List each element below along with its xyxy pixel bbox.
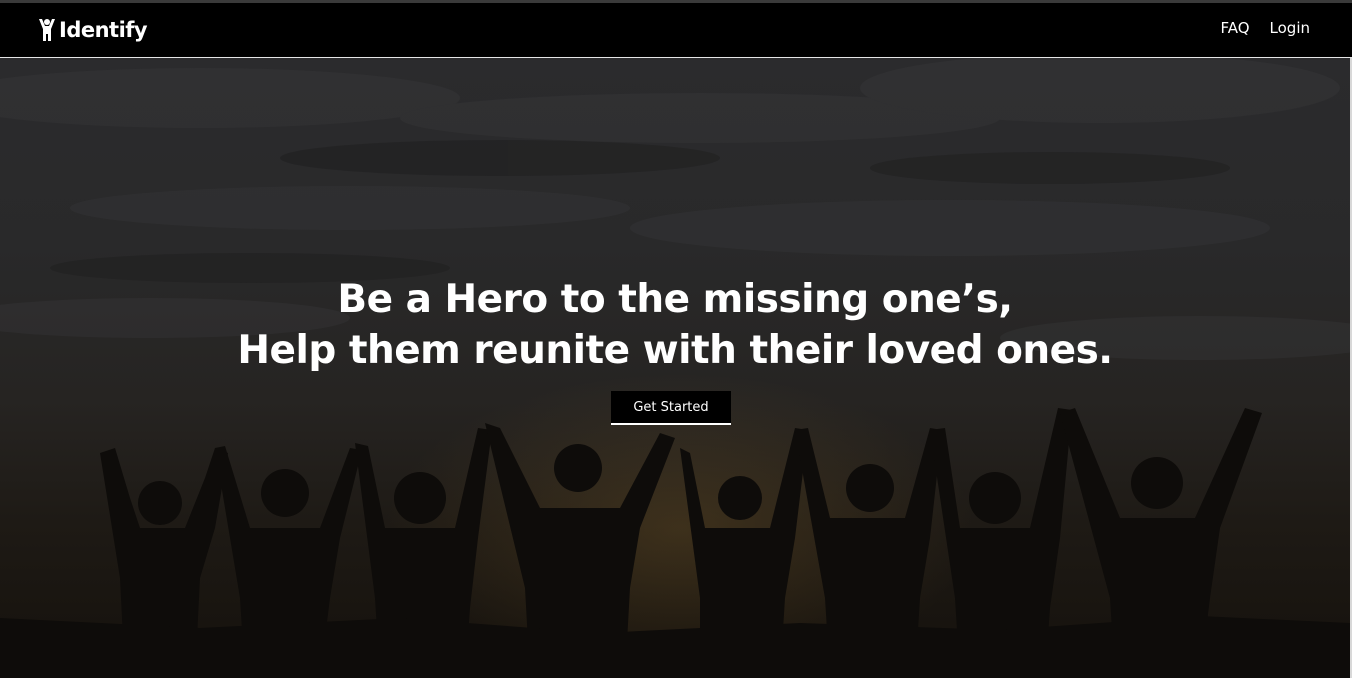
nav-faq-link[interactable]: FAQ (1220, 19, 1249, 37)
person-raised-arms-icon (39, 19, 55, 41)
nav-login-link[interactable]: Login (1270, 19, 1310, 37)
get-started-button[interactable]: Get Started (611, 391, 731, 425)
hero-headline-line-1: Be a Hero to the missing one’s, (337, 277, 1013, 322)
brand-name: Identify (59, 18, 148, 42)
hero-section: Be a Hero to the missing one’s, Help the… (0, 58, 1350, 678)
hero-headline-line-2: Help them reunite with their loved ones. (237, 328, 1113, 373)
brand-logo-link[interactable]: Identify (38, 15, 148, 45)
navbar: Identify FAQ Login (0, 3, 1352, 58)
nav-links: FAQ Login (1220, 19, 1310, 37)
hero-headline: Be a Hero to the missing one’s, Help the… (0, 274, 1350, 376)
